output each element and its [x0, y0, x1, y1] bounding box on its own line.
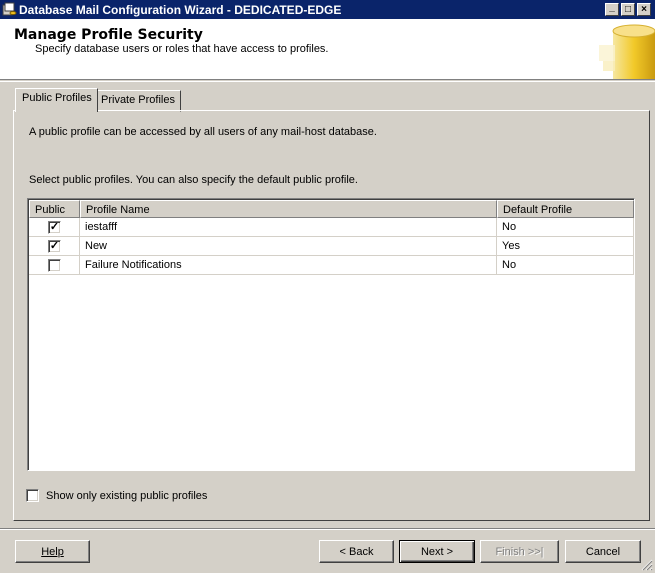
tab-private-profiles[interactable]: Private Profiles [94, 90, 181, 112]
wizard-header: Manage Profile Security Specify database… [0, 19, 655, 80]
maximize-button[interactable]: □ [621, 3, 635, 16]
public-cell: ✓ [29, 237, 80, 256]
tab-private-profiles-label: Private Profiles [101, 94, 175, 106]
profile-name-cell: New [80, 237, 497, 256]
profile-name-cell: iestafff [80, 218, 497, 237]
back-button-label: < Back [339, 545, 374, 558]
resize-grip-icon[interactable] [640, 558, 653, 571]
default-profile-cell[interactable]: Yes [497, 237, 634, 256]
public-checkbox[interactable]: ✓ [48, 240, 61, 253]
public-checkbox[interactable] [48, 259, 61, 272]
public-checkbox[interactable]: ✓ [48, 221, 61, 234]
button-separator [0, 528, 655, 530]
close-icon: × [641, 3, 647, 15]
column-header-profile-name[interactable]: Profile Name [80, 200, 497, 218]
close-button[interactable]: × [637, 3, 651, 16]
public-cell: ✓ [29, 218, 80, 237]
column-header-profile-name-label: Profile Name [86, 204, 150, 216]
checkmark-icon: ✓ [49, 240, 60, 252]
show-existing-label: Show only existing public profiles [46, 489, 208, 502]
show-existing-option[interactable]: Show only existing public profiles [26, 489, 207, 502]
next-button-label: Next > [420, 545, 454, 558]
panel-description: A public profile can be accessed by all … [29, 126, 377, 138]
column-header-default-profile-label: Default Profile [503, 204, 573, 216]
cancel-button-label: Cancel [585, 545, 621, 558]
minimize-icon: _ [609, 1, 615, 13]
back-button[interactable]: < Back [319, 540, 394, 563]
finish-button-label: Finish >>| [495, 545, 544, 558]
page-title: Manage Profile Security [14, 27, 203, 43]
finish-button[interactable]: Finish >>| [480, 540, 559, 563]
tab-public-profiles[interactable]: Public Profiles [15, 88, 98, 112]
profile-name-cell: Failure Notifications [80, 256, 497, 275]
help-button[interactable]: Help [15, 540, 90, 563]
maximize-icon: □ [624, 3, 632, 15]
cancel-button[interactable]: Cancel [565, 540, 641, 563]
header-divider [0, 81, 655, 82]
title-bar[interactable]: Database Mail Configuration Wizard - DED… [0, 0, 655, 19]
default-profile-cell[interactable]: No [497, 218, 634, 237]
checkmark-icon: ✓ [49, 221, 60, 233]
default-profile-cell[interactable]: No [497, 256, 634, 275]
panel-instruction: Select public profiles. You can also spe… [29, 174, 358, 186]
page-subtitle: Specify database users or roles that hav… [35, 43, 329, 55]
column-header-public[interactable]: Public [29, 200, 80, 218]
column-header-public-label: Public [35, 204, 65, 216]
column-header-default-profile[interactable]: Default Profile [497, 200, 634, 218]
minimize-button[interactable]: _ [605, 1, 619, 16]
show-existing-checkbox[interactable] [26, 489, 39, 502]
table-row[interactable]: ✓ iestafff No [29, 218, 634, 237]
window-title: Database Mail Configuration Wizard - DED… [19, 3, 342, 17]
help-button-label: Help [41, 545, 64, 558]
database-cylinder-icon [595, 19, 655, 79]
next-button[interactable]: Next > [399, 540, 475, 563]
tab-public-profiles-label: Public Profiles [22, 92, 92, 104]
database-mail-icon [2, 2, 17, 16]
table-row[interactable]: Failure Notifications No [29, 256, 634, 275]
table-row[interactable]: ✓ New Yes [29, 237, 634, 256]
profiles-grid[interactable]: Public Profile Name Default Profile ✓ ie… [27, 198, 635, 471]
public-cell [29, 256, 80, 275]
